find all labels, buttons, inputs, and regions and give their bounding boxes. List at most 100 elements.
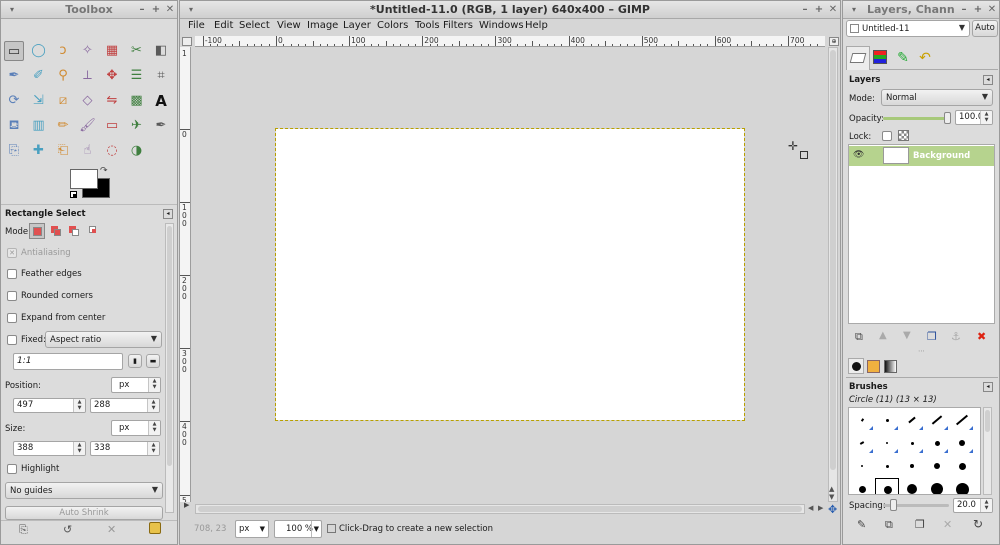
tab-paths[interactable]: ✎ bbox=[893, 48, 913, 68]
brush-cell[interactable] bbox=[925, 455, 949, 477]
rounded-checkbox[interactable] bbox=[7, 291, 17, 301]
mode-subtract-icon[interactable] bbox=[67, 224, 81, 238]
highlight-checkbox[interactable] bbox=[7, 464, 17, 474]
tool-zoom-icon[interactable]: ⚲ bbox=[53, 66, 73, 86]
minimize-icon[interactable]: – bbox=[135, 1, 149, 19]
tool-paths-icon[interactable]: ✒ bbox=[4, 66, 24, 86]
tool-cage-transform-icon[interactable]: ▩ bbox=[127, 91, 147, 111]
maximize-icon[interactable]: + bbox=[812, 1, 826, 19]
tool-dodge-burn-icon[interactable]: ◑ bbox=[127, 141, 147, 161]
tool-blur-sharpen-icon[interactable]: ◌ bbox=[102, 141, 122, 161]
tool-ink-icon[interactable]: ✒ bbox=[151, 116, 171, 136]
tool-text-icon[interactable]: A bbox=[151, 91, 171, 111]
tool-fuzzy-select-icon[interactable]: ✧ bbox=[78, 41, 98, 61]
tool-scale-icon[interactable]: ⇲ bbox=[29, 91, 49, 111]
close-icon[interactable]: ✕ bbox=[163, 1, 177, 19]
close-icon[interactable]: ✕ bbox=[985, 1, 999, 19]
duplicate-brush-icon[interactable]: ❐ bbox=[915, 518, 925, 531]
tool-eraser-icon[interactable]: ▭ bbox=[102, 116, 122, 136]
spacing-slider-handle[interactable] bbox=[890, 499, 897, 511]
opacity-field[interactable]: 100.0 ▲ ▼ bbox=[955, 110, 993, 125]
landscape-button[interactable]: ▬ bbox=[146, 354, 160, 368]
tool-crop-icon[interactable]: ⌗ bbox=[151, 66, 171, 86]
tool-clone-icon[interactable]: ⎘ bbox=[4, 141, 24, 161]
brush-cell[interactable] bbox=[925, 432, 949, 454]
image-select-combo[interactable]: Untitled-11 ▼ bbox=[846, 20, 970, 37]
new-brush-icon[interactable]: ⧉ bbox=[885, 518, 893, 532]
delete-layer-icon[interactable]: ✖ bbox=[977, 330, 986, 343]
tool-measure-icon[interactable]: ⟂ bbox=[78, 66, 98, 86]
tool-select-by-color-icon[interactable]: ▦ bbox=[102, 41, 122, 61]
brush-cell[interactable] bbox=[875, 455, 899, 477]
menu-filters[interactable]: Filters bbox=[443, 20, 473, 32]
tool-smudge-icon[interactable]: ☝ bbox=[78, 141, 98, 161]
brush-cell[interactable] bbox=[950, 478, 974, 494]
refresh-brushes-icon[interactable]: ↻ bbox=[973, 517, 983, 531]
navigate-icon[interactable]: ✥ bbox=[828, 503, 837, 516]
brush-cell[interactable] bbox=[925, 478, 949, 494]
tab-gradients[interactable] bbox=[884, 360, 897, 373]
tool-rotate-icon[interactable]: ⟳ bbox=[4, 91, 24, 111]
eye-icon[interactable]: 👁 bbox=[853, 150, 864, 160]
position-unit[interactable]: px ▲ ▼ bbox=[111, 377, 161, 393]
image-titlebar[interactable]: ▾ *Untitled-11.0 (RGB, 1 layer) 640x400 … bbox=[180, 1, 840, 19]
brush-cell[interactable] bbox=[875, 432, 899, 454]
new-layer-icon[interactable]: ⧉ bbox=[855, 330, 863, 344]
configure-tab-icon[interactable]: ◂ bbox=[983, 382, 993, 392]
save-options-icon[interactable]: ⎘ bbox=[19, 523, 28, 537]
dock-left-arrow-icon[interactable]: ▶ bbox=[184, 501, 189, 509]
window-menu-icon[interactable]: ▾ bbox=[184, 1, 198, 19]
horizontal-scrollbar[interactable] bbox=[195, 504, 805, 514]
spacing-field[interactable]: 20.0 ▲ ▼ bbox=[953, 498, 993, 513]
menu-select[interactable]: Select bbox=[239, 20, 270, 32]
menu-tools[interactable]: Tools bbox=[415, 20, 440, 32]
portrait-button[interactable]: ▮ bbox=[128, 354, 142, 368]
brush-cell[interactable] bbox=[850, 478, 874, 494]
minimize-icon[interactable]: – bbox=[957, 1, 971, 19]
foreground-color[interactable] bbox=[70, 169, 98, 189]
lower-layer-icon[interactable]: ▼ bbox=[903, 330, 911, 341]
layers-list[interactable] bbox=[848, 144, 995, 324]
options-scrollbar[interactable] bbox=[165, 223, 174, 513]
tool-flip-icon[interactable]: ⇋ bbox=[102, 91, 122, 111]
layer-row[interactable]: 👁 Background bbox=[849, 146, 994, 166]
toolbox-titlebar[interactable]: ▾ Toolbox – + ✕ bbox=[1, 1, 177, 19]
guides-combo[interactable]: No guides ▼ bbox=[5, 482, 163, 499]
restore-options-icon[interactable]: ↺ bbox=[63, 523, 72, 536]
close-icon[interactable]: ✕ bbox=[826, 1, 840, 19]
anchor-layer-icon[interactable]: ⚓ bbox=[951, 330, 961, 343]
configure-tab-icon[interactable]: ◂ bbox=[983, 75, 993, 85]
position-x-field[interactable]: 497 ▲ ▼ bbox=[13, 398, 86, 413]
tool-blend-icon[interactable]: ▥ bbox=[29, 116, 49, 136]
zoom-navigate-icon[interactable]: ⊕ bbox=[829, 37, 839, 46]
menu-colors[interactable]: Colors bbox=[377, 20, 408, 32]
tool-color-picker-icon[interactable]: ✐ bbox=[29, 66, 49, 86]
brush-cell[interactable] bbox=[950, 409, 974, 431]
maximize-icon[interactable]: + bbox=[149, 1, 163, 19]
brush-cell[interactable] bbox=[900, 478, 924, 494]
scroll-right-icon[interactable]: ▶ bbox=[818, 504, 823, 512]
duplicate-layer-icon[interactable]: ❐ bbox=[927, 330, 937, 343]
window-menu-icon[interactable]: ▾ bbox=[847, 1, 861, 19]
default-colors-icon[interactable] bbox=[70, 191, 77, 198]
scroll-up-icon[interactable]: ▲ bbox=[829, 485, 834, 493]
lock-pixels-checkbox[interactable] bbox=[882, 131, 892, 141]
tool-perspective-clone-icon[interactable]: ⎗ bbox=[53, 141, 73, 161]
auto-shrink-button[interactable]: Auto Shrink bbox=[5, 506, 163, 520]
configure-tab-icon[interactable]: ◂ bbox=[163, 209, 173, 219]
ratio-field[interactable]: 1:1 bbox=[13, 353, 123, 370]
brush-cell[interactable] bbox=[850, 409, 874, 431]
auto-button[interactable]: Auto bbox=[972, 20, 998, 37]
menu-image[interactable]: Image bbox=[307, 20, 338, 32]
tool-alignment-icon[interactable]: ☰ bbox=[127, 66, 147, 86]
window-menu-icon[interactable]: ▾ bbox=[5, 1, 19, 19]
brush-cell[interactable] bbox=[875, 478, 899, 494]
brush-cell[interactable] bbox=[875, 409, 899, 431]
vertical-ruler[interactable]: 01 0 02 0 03 0 04 0 051 bbox=[180, 47, 191, 502]
tab-patterns[interactable] bbox=[867, 360, 880, 373]
tab-layers[interactable] bbox=[846, 46, 870, 70]
position-y-field[interactable]: 288 ▲ ▼ bbox=[90, 398, 160, 413]
tool-paintbrush-icon[interactable]: 🖌 bbox=[78, 116, 98, 136]
brush-scrollbar[interactable] bbox=[983, 407, 992, 495]
tool-rect-select-icon[interactable]: ▭ bbox=[4, 41, 24, 61]
